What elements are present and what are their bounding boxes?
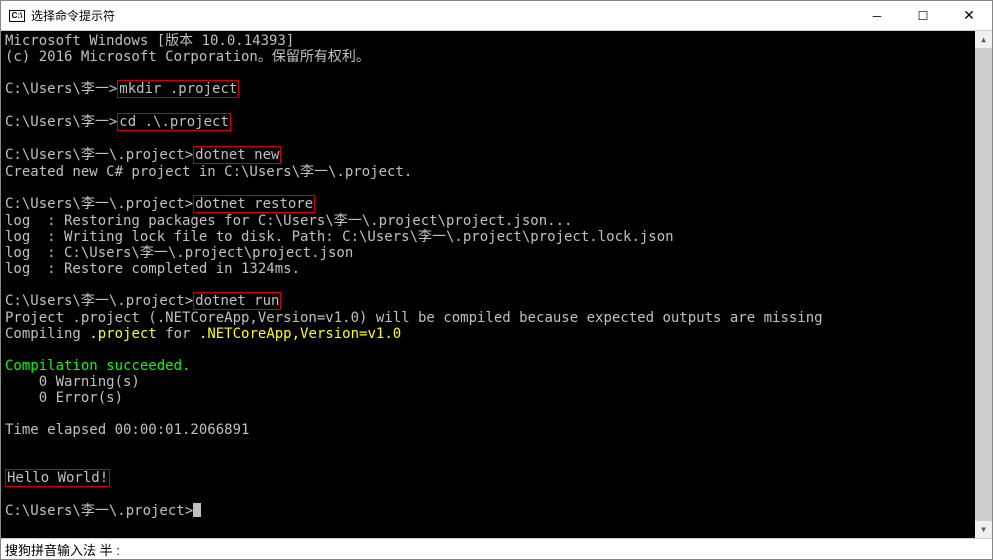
cursor [193, 503, 201, 517]
blank-line [5, 438, 988, 454]
highlight-cd: cd .\.project [117, 113, 231, 131]
highlight-dotnet-run: dotnet run [193, 292, 281, 310]
titlebar[interactable]: C:\ 选择命令提示符 ─ ☐ ✕ [1, 1, 992, 31]
line-elapsed: Time elapsed 00:00:01.2066891 [5, 422, 988, 438]
line-version: Microsoft Windows [版本 10.0.14393] [5, 33, 988, 49]
blank-line [5, 487, 988, 503]
blank-line [5, 277, 988, 293]
blank-line [5, 131, 988, 147]
highlight-dotnet-restore: dotnet restore [193, 195, 315, 213]
cmd-icon: C:\ [9, 10, 25, 22]
highlight-dotnet-new: dotnet new [193, 146, 281, 164]
line-prompt-2: C:\Users\李一>cd .\.project [5, 114, 988, 131]
blank-line [5, 180, 988, 196]
blank-line [5, 454, 988, 470]
scroll-down-button[interactable]: ▼ [975, 521, 992, 538]
line-compiling: Compiling .project for .NETCoreApp,Versi… [5, 326, 988, 342]
terminal[interactable]: Microsoft Windows [版本 10.0.14393] (c) 20… [1, 31, 992, 538]
line-prompt-4: C:\Users\李一\.project>dotnet restore [5, 196, 988, 213]
minimize-button[interactable]: ─ [854, 1, 900, 30]
line-log-3: log : C:\Users\李一\.project\project.json [5, 245, 988, 261]
scroll-up-button[interactable]: ▲ [975, 31, 992, 48]
blank-line [5, 406, 988, 422]
blank-line [5, 342, 988, 358]
window-title: 选择命令提示符 [31, 7, 115, 24]
scrollbar[interactable]: ▲ ▼ [975, 31, 992, 538]
line-log-4: log : Restore completed in 1324ms. [5, 261, 988, 277]
line-copyright: (c) 2016 Microsoft Corporation。保留所有权利。 [5, 49, 988, 65]
line-compile-reason: Project .project (.NETCoreApp,Version=v1… [5, 310, 988, 326]
titlebar-controls: ─ ☐ ✕ [854, 1, 992, 30]
scroll-thumb[interactable] [975, 48, 992, 528]
ime-status-text: 搜狗拼音输入法 半 : [5, 540, 120, 559]
line-prompt-1: C:\Users\李一>mkdir .project [5, 81, 988, 98]
maximize-button[interactable]: ☐ [900, 1, 946, 30]
line-prompt-3: C:\Users\李一\.project>dotnet new [5, 147, 988, 164]
line-log-1: log : Restoring packages for C:\Users\李一… [5, 213, 988, 229]
line-prompt-5: C:\Users\李一\.project>dotnet run [5, 293, 988, 310]
line-warnings: 0 Warning(s) [5, 374, 988, 390]
ime-status-bar: 搜狗拼音输入法 半 : [1, 538, 992, 559]
highlight-hello-world: Hello World! [5, 469, 110, 487]
close-button[interactable]: ✕ [946, 1, 992, 30]
line-errors: 0 Error(s) [5, 390, 988, 406]
blank-line [5, 65, 988, 81]
line-prompt-6: C:\Users\李一\.project> [5, 503, 988, 519]
line-log-2: log : Writing lock file to disk. Path: C… [5, 229, 988, 245]
blank-line [5, 98, 988, 114]
line-created: Created new C# project in C:\Users\李一\.p… [5, 164, 988, 180]
line-hello: Hello World! [5, 470, 988, 487]
line-succeeded: Compilation succeeded. [5, 358, 988, 374]
highlight-mkdir: mkdir .project [117, 80, 239, 98]
terminal-content: Microsoft Windows [版本 10.0.14393] (c) 20… [1, 31, 992, 521]
window: C:\ 选择命令提示符 ─ ☐ ✕ Microsoft Windows [版本 … [0, 0, 993, 560]
